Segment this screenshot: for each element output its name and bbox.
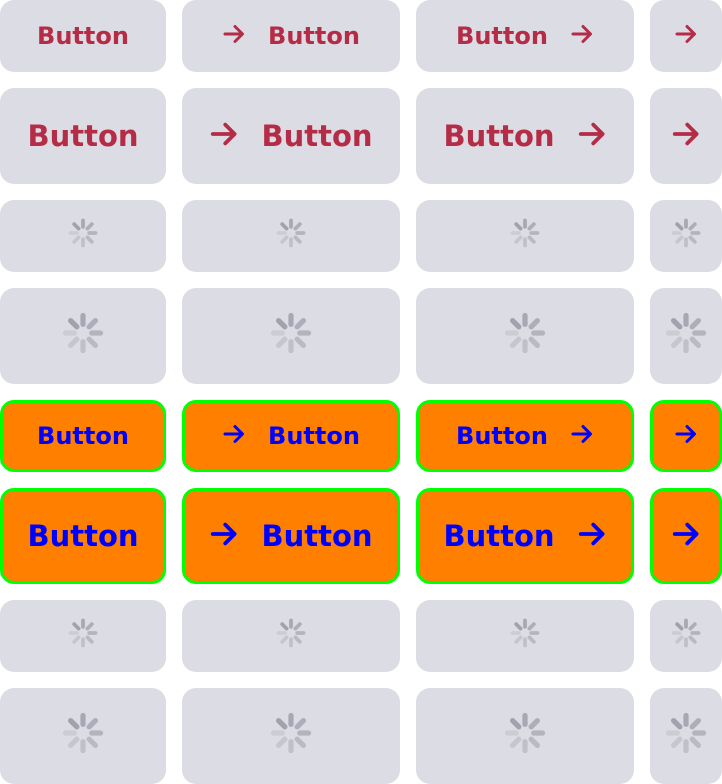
arrow-right-icon [570, 422, 594, 450]
loading-button-icon-left[interactable] [182, 688, 400, 784]
loading-button-icon-only[interactable] [650, 688, 722, 784]
loading-button-text-only[interactable] [0, 600, 166, 672]
loading-spinner-icon [270, 312, 312, 361]
button-label: Button [268, 22, 360, 50]
button-label: Button [37, 22, 129, 50]
loading-button-icon-right[interactable] [416, 200, 634, 272]
arrow-right-icon [671, 119, 701, 154]
button-icon-only[interactable] [650, 488, 722, 584]
button-icon-left[interactable]: Button [182, 488, 400, 584]
button-icon-left[interactable]: Button [182, 400, 400, 472]
loading-button-icon-right[interactable] [416, 688, 634, 784]
button-icon-only[interactable] [650, 0, 722, 72]
loading-spinner-icon [504, 312, 546, 361]
arrow-right-icon [674, 22, 698, 50]
button-text-only[interactable]: Button [0, 88, 166, 184]
loading-button-icon-left[interactable] [182, 600, 400, 672]
button-icon-left[interactable]: Button [182, 88, 400, 184]
button-icon-left[interactable]: Button [182, 0, 400, 72]
button-text-only[interactable]: Button [0, 0, 166, 72]
loading-button-icon-only[interactable] [650, 288, 722, 384]
loading-button-text-only[interactable] [0, 688, 166, 784]
button-label: Button [456, 22, 548, 50]
arrow-right-icon [577, 119, 607, 154]
loading-spinner-icon [665, 312, 707, 361]
arrow-right-icon [577, 519, 607, 554]
loading-button-icon-only[interactable] [650, 600, 722, 672]
arrow-right-icon [222, 422, 246, 450]
loading-button-icon-left[interactable] [182, 288, 400, 384]
loading-spinner-icon [665, 712, 707, 761]
arrow-right-icon [209, 519, 239, 554]
button-label: Button [27, 119, 139, 153]
loading-spinner-icon [276, 218, 306, 254]
button-label: Button [27, 519, 139, 553]
button-icon-right[interactable]: Button [416, 488, 634, 584]
loading-spinner-icon [270, 712, 312, 761]
button-label: Button [443, 119, 555, 153]
button-icon-right[interactable]: Button [416, 400, 634, 472]
loading-spinner-icon [68, 218, 98, 254]
arrow-right-icon [209, 119, 239, 154]
button-label: Button [443, 519, 555, 553]
loading-spinner-icon [276, 618, 306, 654]
arrow-right-icon [674, 422, 698, 450]
button-icon-right[interactable]: Button [416, 0, 634, 72]
loading-spinner-icon [504, 712, 546, 761]
loading-button-icon-left[interactable] [182, 200, 400, 272]
loading-spinner-icon [671, 218, 701, 254]
arrow-right-icon [570, 22, 594, 50]
loading-spinner-icon [510, 218, 540, 254]
button-text-only[interactable]: Button [0, 400, 166, 472]
button-label: Button [261, 119, 373, 153]
loading-button-text-only[interactable] [0, 288, 166, 384]
button-label: Button [261, 519, 373, 553]
button-icon-right[interactable]: Button [416, 88, 634, 184]
loading-spinner-icon [62, 312, 104, 361]
loading-spinner-icon [62, 712, 104, 761]
button-text-only[interactable]: Button [0, 488, 166, 584]
loading-button-icon-right[interactable] [416, 288, 634, 384]
button-label: Button [268, 422, 360, 450]
loading-button-icon-only[interactable] [650, 200, 722, 272]
arrow-right-icon [671, 519, 701, 554]
button-icon-only[interactable] [650, 400, 722, 472]
button-icon-only[interactable] [650, 88, 722, 184]
loading-spinner-icon [68, 618, 98, 654]
arrow-right-icon [222, 22, 246, 50]
loading-spinner-icon [510, 618, 540, 654]
button-label: Button [456, 422, 548, 450]
loading-button-icon-right[interactable] [416, 600, 634, 672]
loading-button-text-only[interactable] [0, 200, 166, 272]
button-label: Button [37, 422, 129, 450]
loading-spinner-icon [671, 618, 701, 654]
